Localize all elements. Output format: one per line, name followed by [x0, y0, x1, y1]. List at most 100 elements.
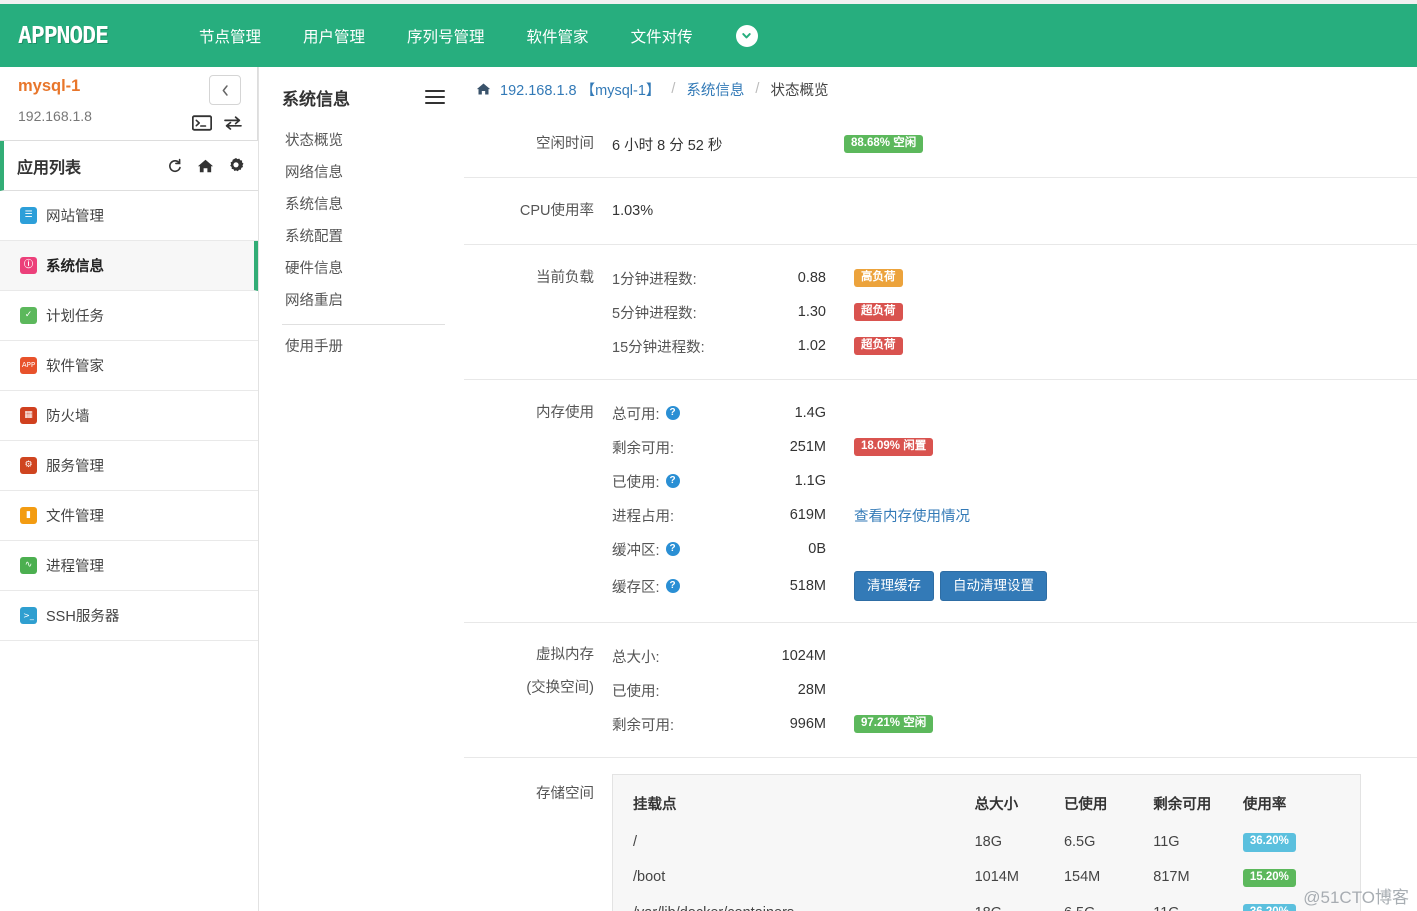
firewall-icon: ▦ — [20, 407, 37, 424]
sidebar-app-list: ☰ 网站管理 ⓘ 系统信息 ✓ 计划任务 APP 软件管家 ▦ 防火墙 ⚙ 服务… — [0, 191, 258, 641]
storage-panel: 挂载点 总大小 已使用 剩余可用 使用率 / 18G 6.5G 11G 36.2… — [612, 774, 1361, 911]
sidebar-item-label: 进程管理 — [46, 559, 104, 575]
row-cpu-usage: CPU使用率 1.03% — [464, 177, 1417, 244]
load-1min-badge: 高负荷 — [854, 268, 903, 288]
sidebar-collapse-button[interactable] — [209, 75, 241, 105]
cell-total: 1014M — [974, 869, 1019, 886]
top-navigation-bar: APPNODE 节点管理 用户管理 序列号管理 软件管家 文件对传 — [0, 4, 1417, 67]
sidebar-item-website[interactable]: ☰ 网站管理 — [0, 191, 258, 241]
sidebar-item-process[interactable]: ∿ 进程管理 — [0, 541, 258, 591]
sidebar-item-system-info[interactable]: ⓘ 系统信息 — [0, 241, 258, 291]
memory-free-row: 剩余可用: 251M 18.09% 闲置 — [612, 430, 1417, 464]
gear-icon[interactable] — [228, 157, 244, 174]
swap-free-badge: 97.21% 空闲 — [854, 714, 934, 734]
subnav-item-manual[interactable]: 使用手册 — [282, 329, 445, 361]
cron-icon: ✓ — [20, 307, 37, 324]
load-1min-row: 1分钟进程数: 0.88 高负荷 — [612, 261, 1417, 295]
cell-used: 6.5G — [1063, 833, 1096, 850]
sidebar-item-label: SSH服务器 — [46, 609, 120, 625]
subnav-item-system-config[interactable]: 系统配置 — [282, 219, 445, 251]
section-title: 系统信息 — [282, 89, 350, 109]
home-icon[interactable] — [476, 82, 491, 96]
sidebar-item-service[interactable]: ⚙ 服务管理 — [0, 441, 258, 491]
sidebar-item-label: 网站管理 — [46, 209, 104, 225]
status-rows: 空闲时间 6 小时 8 分 52 秒 88.68% 空闲 CPU使用率 1.03… — [464, 111, 1417, 911]
table-header-row: 挂载点 总大小 已使用 剩余可用 使用率 — [627, 783, 1346, 824]
cell-free: 817M — [1153, 869, 1190, 886]
sidebar-item-software[interactable]: APP 软件管家 — [0, 341, 258, 391]
table-row: /boot 1014M 154M 817M 15.20% — [627, 860, 1346, 896]
swap-total-label: 总大小: — [612, 649, 660, 666]
load-5min-badge: 超负荷 — [854, 302, 903, 322]
topnav-item-filetransfer[interactable]: 文件对传 — [610, 25, 714, 47]
usage-rate-badge: 15.20% — [1242, 868, 1296, 887]
sidebar-item-cron[interactable]: ✓ 计划任务 — [0, 291, 258, 341]
subnav-item-network-info[interactable]: 网络信息 — [282, 155, 445, 187]
cell-mount: / — [633, 833, 638, 850]
clear-cache-button[interactable]: 清理缓存 — [854, 570, 934, 602]
col-used: 已使用 — [1063, 797, 1108, 813]
appnode-logo[interactable]: APPNODE — [18, 23, 178, 49]
row-current-load: 当前负载 1分钟进程数: 0.88 高负荷 5分钟进程数: 1.30 超负荷 1… — [464, 244, 1417, 379]
topnav-item-serial[interactable]: 序列号管理 — [386, 25, 506, 47]
sidebar-item-label: 系统信息 — [46, 259, 104, 275]
breadcrumb-section[interactable]: 系统信息 — [686, 79, 744, 100]
row-storage: 存储空间 挂载点 总大小 已使用 剩余可用 使用率 / 18G 6.5G 11G… — [464, 757, 1417, 911]
help-icon[interactable]: ? — [665, 474, 680, 488]
table-row: /var/lib/docker/containers 18G 6.5G 11G … — [627, 895, 1346, 911]
memory-process-value: 619M — [789, 507, 826, 523]
file-manager-icon: ▮ — [20, 507, 37, 524]
help-icon[interactable]: ? — [665, 542, 680, 556]
subnav-item-network-restart[interactable]: 网络重启 — [282, 283, 445, 315]
chevron-down-icon[interactable] — [735, 24, 758, 47]
memory-total-value: 1.4G — [794, 405, 826, 421]
breadcrumb-host[interactable]: 192.168.1.8 【mysql-1】 — [500, 79, 660, 100]
cell-total: 18G — [969, 895, 1058, 911]
service-icon: ⚙ — [20, 457, 37, 474]
topnav-item-software[interactable]: 软件管家 — [506, 25, 610, 47]
subnav-item-status-overview[interactable]: 状态概览 — [282, 123, 445, 155]
idle-time-value: 6 小时 8 分 52 秒 — [612, 137, 723, 154]
memory-free-value: 251M — [789, 439, 826, 455]
auto-clean-settings-button[interactable]: 自动清理设置 — [940, 570, 1047, 602]
memory-used-row: 已使用:? 1.1G — [612, 464, 1417, 498]
row-label: 空闲时间 — [536, 136, 594, 152]
row-body: 1.03% — [612, 194, 1417, 228]
sidebar-item-label: 服务管理 — [46, 459, 104, 475]
memory-used-value: 1.1G — [794, 473, 826, 489]
sidebar-item-firewall[interactable]: ▦ 防火墙 — [0, 391, 258, 441]
swap-free-value: 996M — [789, 716, 826, 732]
memory-cache-label: 缓存区: — [612, 579, 660, 596]
swap-free-label: 剩余可用: — [612, 717, 675, 734]
help-icon[interactable]: ? — [665, 406, 680, 420]
col-rate: 使用率 — [1242, 797, 1287, 813]
breadcrumb: 192.168.1.8 【mysql-1】 / 系统信息 / 状态概览 — [464, 67, 1417, 111]
subnav-item-hardware-info[interactable]: 硬件信息 — [282, 251, 445, 283]
load-15min-label: 15分钟进程数: — [612, 339, 705, 356]
row-label: 当前负载 — [536, 270, 594, 286]
cell-mount: /var/lib/docker/containers — [627, 895, 969, 911]
row-body: 6 小时 8 分 52 秒 88.68% 空闲 — [612, 127, 1417, 161]
topnav-item-node[interactable]: 节点管理 — [178, 25, 282, 47]
section-navigation: 系统信息 状态概览 网络信息 系统信息 系统配置 硬件信息 网络重启 使用手册 — [260, 67, 463, 911]
view-memory-usage-link[interactable]: 查看内存使用情况 — [854, 505, 970, 526]
help-icon[interactable]: ? — [665, 579, 680, 593]
topnav-item-user[interactable]: 用户管理 — [282, 25, 386, 47]
row-idle-time: 空闲时间 6 小时 8 分 52 秒 88.68% 空闲 — [464, 111, 1417, 177]
home-icon[interactable] — [197, 158, 214, 174]
cell-used: 154M — [1063, 869, 1101, 886]
sidebar-item-file-manager[interactable]: ▮ 文件管理 — [0, 491, 258, 541]
swap-used-label: 已使用: — [612, 683, 660, 700]
system-info-icon: ⓘ — [20, 257, 37, 274]
cell-free: 11G — [1153, 833, 1180, 850]
subnav-item-system-info[interactable]: 系统信息 — [282, 187, 445, 219]
hamburger-icon[interactable] — [425, 86, 445, 108]
storage-label: 存储空间 — [536, 786, 594, 802]
sidebar-item-ssh[interactable]: >_ SSH服务器 — [0, 591, 258, 641]
terminal-icon[interactable] — [191, 115, 213, 131]
row-memory-usage: 内存使用 总可用:? 1.4G 剩余可用: 251M 18.09% 闲置 已使用… — [464, 379, 1417, 622]
refresh-icon[interactable] — [167, 158, 183, 174]
cpu-usage-value: 1.03% — [612, 203, 654, 219]
transfer-icon[interactable] — [223, 115, 243, 131]
applist-actions — [167, 157, 244, 174]
